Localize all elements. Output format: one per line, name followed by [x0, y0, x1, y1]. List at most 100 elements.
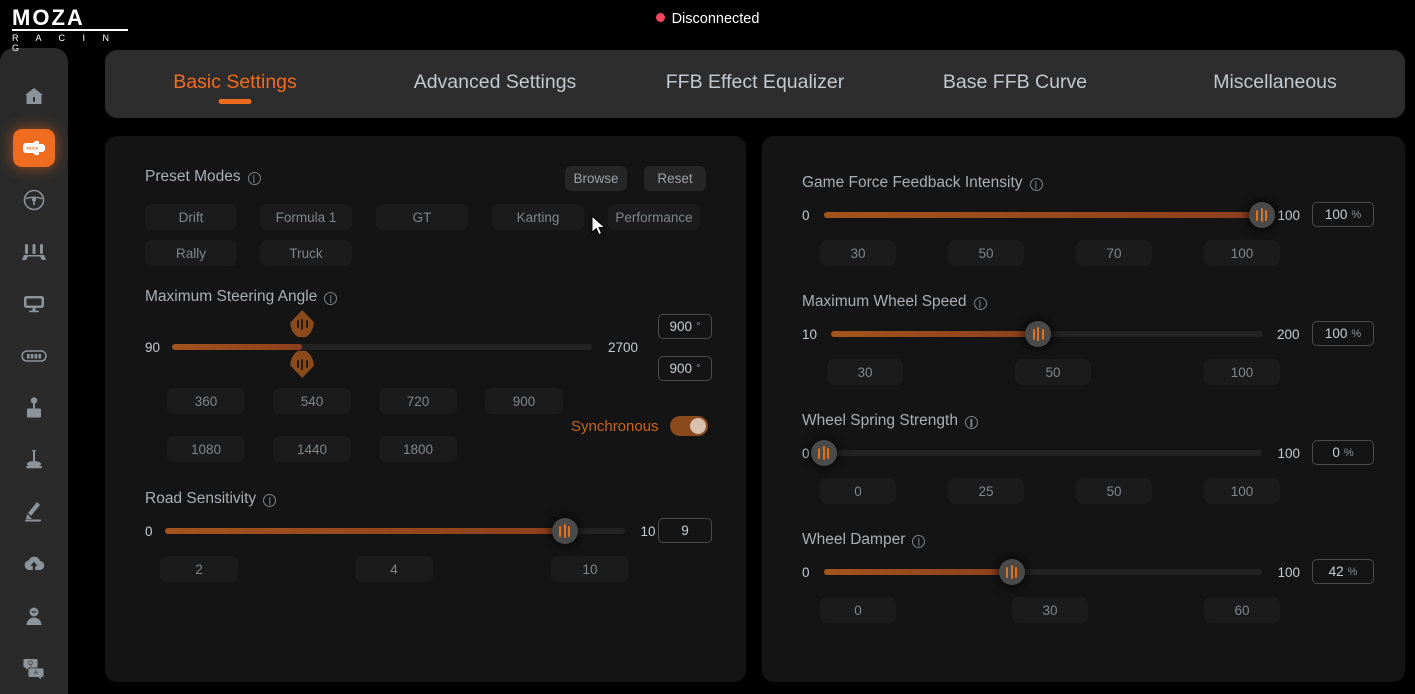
wheel-damper-value[interactable]: 42 % [1312, 559, 1374, 584]
sidebar-item-display[interactable] [0, 278, 68, 330]
max-wheel-speed-preset-chip[interactable]: 50 [1015, 359, 1091, 385]
max-wheel-speed-title: Maximum Wheel Speed [802, 293, 967, 310]
slider-handle[interactable] [551, 518, 578, 544]
slider-handle[interactable] [998, 559, 1025, 585]
max-wheel-speed-preset-chip[interactable]: 30 [827, 359, 903, 385]
max-steering-angle-heading: Maximum Steering Angle [145, 288, 338, 306]
steering-angle-preset-chip[interactable]: 1440 [273, 436, 351, 462]
preset-mode-chip[interactable]: GT [376, 204, 468, 230]
sidebar-item-account[interactable] [0, 590, 68, 642]
max-steering-angle-title: Maximum Steering Angle [145, 288, 318, 305]
preset-mode-chip[interactable]: Performance [608, 204, 700, 230]
wheel-spring-strength-slider[interactable] [810, 438, 1262, 468]
road-sensitivity-value[interactable]: 9 [658, 518, 712, 543]
sidebar-item-shifter[interactable] [0, 382, 68, 434]
tab-label: FFB Effect Equalizer [665, 70, 845, 93]
wheel-spring-strength-preset-chip[interactable]: 50 [1076, 478, 1152, 504]
game-ffb-intensity-slider[interactable] [823, 200, 1275, 230]
slider-track [823, 450, 1262, 456]
wheel-spring-strength-title: Wheel Spring Strength [802, 412, 958, 429]
wheel-damper-preset-chip[interactable]: 0 [820, 597, 896, 623]
wheel-damper-title: Wheel Damper [802, 531, 906, 548]
game-ffb-intensity-preset-chip[interactable]: 50 [948, 240, 1024, 266]
game-ffb-intensity-preset-chip[interactable]: 100 [1204, 240, 1280, 266]
info-icon[interactable] [973, 296, 987, 310]
max-steering-angle-slider[interactable] [172, 310, 593, 378]
wheel-spring-strength-preset-chip[interactable]: 0 [820, 478, 896, 504]
wheel-damper-preset-chip[interactable]: 60 [1204, 597, 1280, 623]
steering-angle-preset-chip[interactable]: 1800 [379, 436, 457, 462]
svg-text:MOZA: MOZA [27, 146, 39, 151]
slider-handle[interactable] [1248, 202, 1275, 228]
tab-ffb-effect-equalizer[interactable]: FFB Effect Equalizer [625, 63, 885, 106]
info-icon[interactable] [263, 493, 277, 507]
game-ffb-intensity-preset-chip[interactable]: 30 [820, 240, 896, 266]
info-icon[interactable] [1029, 177, 1043, 191]
max-wheel-speed-heading: Maximum Wheel Speed [802, 293, 987, 311]
road-sensitivity-preset-chip[interactable]: 4 [355, 556, 433, 582]
steering-angle-preset-chip[interactable]: 900 [485, 388, 563, 414]
max-wheel-speed-value[interactable]: 100 % [1312, 321, 1374, 346]
slider-fill [823, 212, 1262, 218]
wheel-spring-strength-preset-chip[interactable]: 25 [948, 478, 1024, 504]
sidebar-item-home[interactable] [0, 70, 68, 122]
info-icon[interactable] [964, 415, 978, 429]
max-wheel-speed-preset-chip[interactable]: 100 [1204, 359, 1280, 385]
max-wheel-speed-slider[interactable] [831, 319, 1264, 349]
tab-basic-settings[interactable]: Basic Settings [105, 63, 365, 106]
road-sensitivity-heading: Road Sensitivity [145, 490, 277, 508]
slider-handle-lower[interactable] [290, 350, 315, 378]
sidebar-item-cloud[interactable] [0, 538, 68, 590]
value-unit: % [1351, 327, 1362, 340]
tab-bar: Basic Settings Advanced Settings FFB Eff… [105, 50, 1405, 118]
info-icon[interactable] [247, 171, 261, 185]
max-steering-angle-value-bottom[interactable]: 900 ° [658, 356, 712, 381]
slider-handle[interactable] [1025, 321, 1052, 347]
road-sensitivity-preset-chip[interactable]: 2 [160, 556, 238, 582]
value-unit: ° [696, 320, 701, 333]
steering-angle-preset-chip[interactable]: 720 [379, 388, 457, 414]
slider-handle[interactable] [810, 440, 837, 466]
steering-angle-preset-chip[interactable]: 1080 [167, 436, 245, 462]
game-ffb-intensity-heading: Game Force Feedback Intensity [802, 174, 1043, 192]
wheel-spring-strength-preset-chip[interactable]: 100 [1204, 478, 1280, 504]
user-icon [13, 597, 55, 635]
preset-mode-chip[interactable]: Rally [145, 240, 237, 266]
preset-modes-title: Preset Modes [145, 168, 241, 185]
reset-button[interactable]: Reset [644, 166, 706, 191]
game-ffb-intensity-preset-chip[interactable]: 70 [1076, 240, 1152, 266]
wheel-damper-preset-chip[interactable]: 30 [1012, 597, 1088, 623]
wheel-spring-strength-value[interactable]: 0 % [1312, 440, 1374, 465]
slider-handle-upper[interactable] [290, 310, 315, 338]
road-sensitivity-preset-chip[interactable]: 10 [551, 556, 629, 582]
wheel-damper-slider[interactable] [823, 557, 1262, 587]
game-ffb-intensity-value[interactable]: 100 % [1312, 202, 1374, 227]
steering-angle-preset-chip[interactable]: 540 [273, 388, 351, 414]
status-dot-icon [655, 13, 665, 22]
tab-advanced-settings[interactable]: Advanced Settings [365, 63, 625, 106]
browse-button[interactable]: Browse [565, 166, 627, 191]
sidebar-item-wheel-base[interactable]: MOZA [0, 122, 68, 174]
display-icon [13, 285, 55, 323]
max-steering-angle-value-top[interactable]: 900 ° [658, 314, 712, 339]
synchronous-label: Synchronous [571, 417, 659, 435]
sidebar-item-pedals[interactable] [0, 226, 68, 278]
preset-mode-chip[interactable]: Drift [145, 204, 237, 230]
info-icon[interactable] [912, 534, 926, 548]
preset-mode-chip[interactable]: Karting [492, 204, 584, 230]
road-sensitivity-slider[interactable] [164, 516, 625, 546]
sidebar-item-sequential-shifter[interactable] [0, 486, 68, 538]
tab-base-ffb-curve[interactable]: Base FFB Curve [885, 63, 1145, 106]
steering-angle-preset-chip[interactable]: 360 [167, 388, 245, 414]
sidebar-item-handbrake[interactable] [0, 434, 68, 486]
preset-mode-chip[interactable]: Formula 1 [260, 204, 352, 230]
slider-min-label: 0 [802, 445, 810, 461]
tab-miscellaneous[interactable]: Miscellaneous [1145, 63, 1405, 106]
sidebar-item-steering-wheel[interactable] [0, 174, 68, 226]
value-text: 42 [1328, 564, 1344, 579]
info-icon[interactable] [324, 291, 338, 305]
preset-mode-chip[interactable]: Truck [260, 240, 352, 266]
sidebar-item-support[interactable]: Q A [0, 642, 68, 694]
sidebar-item-dash[interactable] [0, 330, 68, 382]
synchronous-toggle[interactable] [669, 416, 708, 436]
